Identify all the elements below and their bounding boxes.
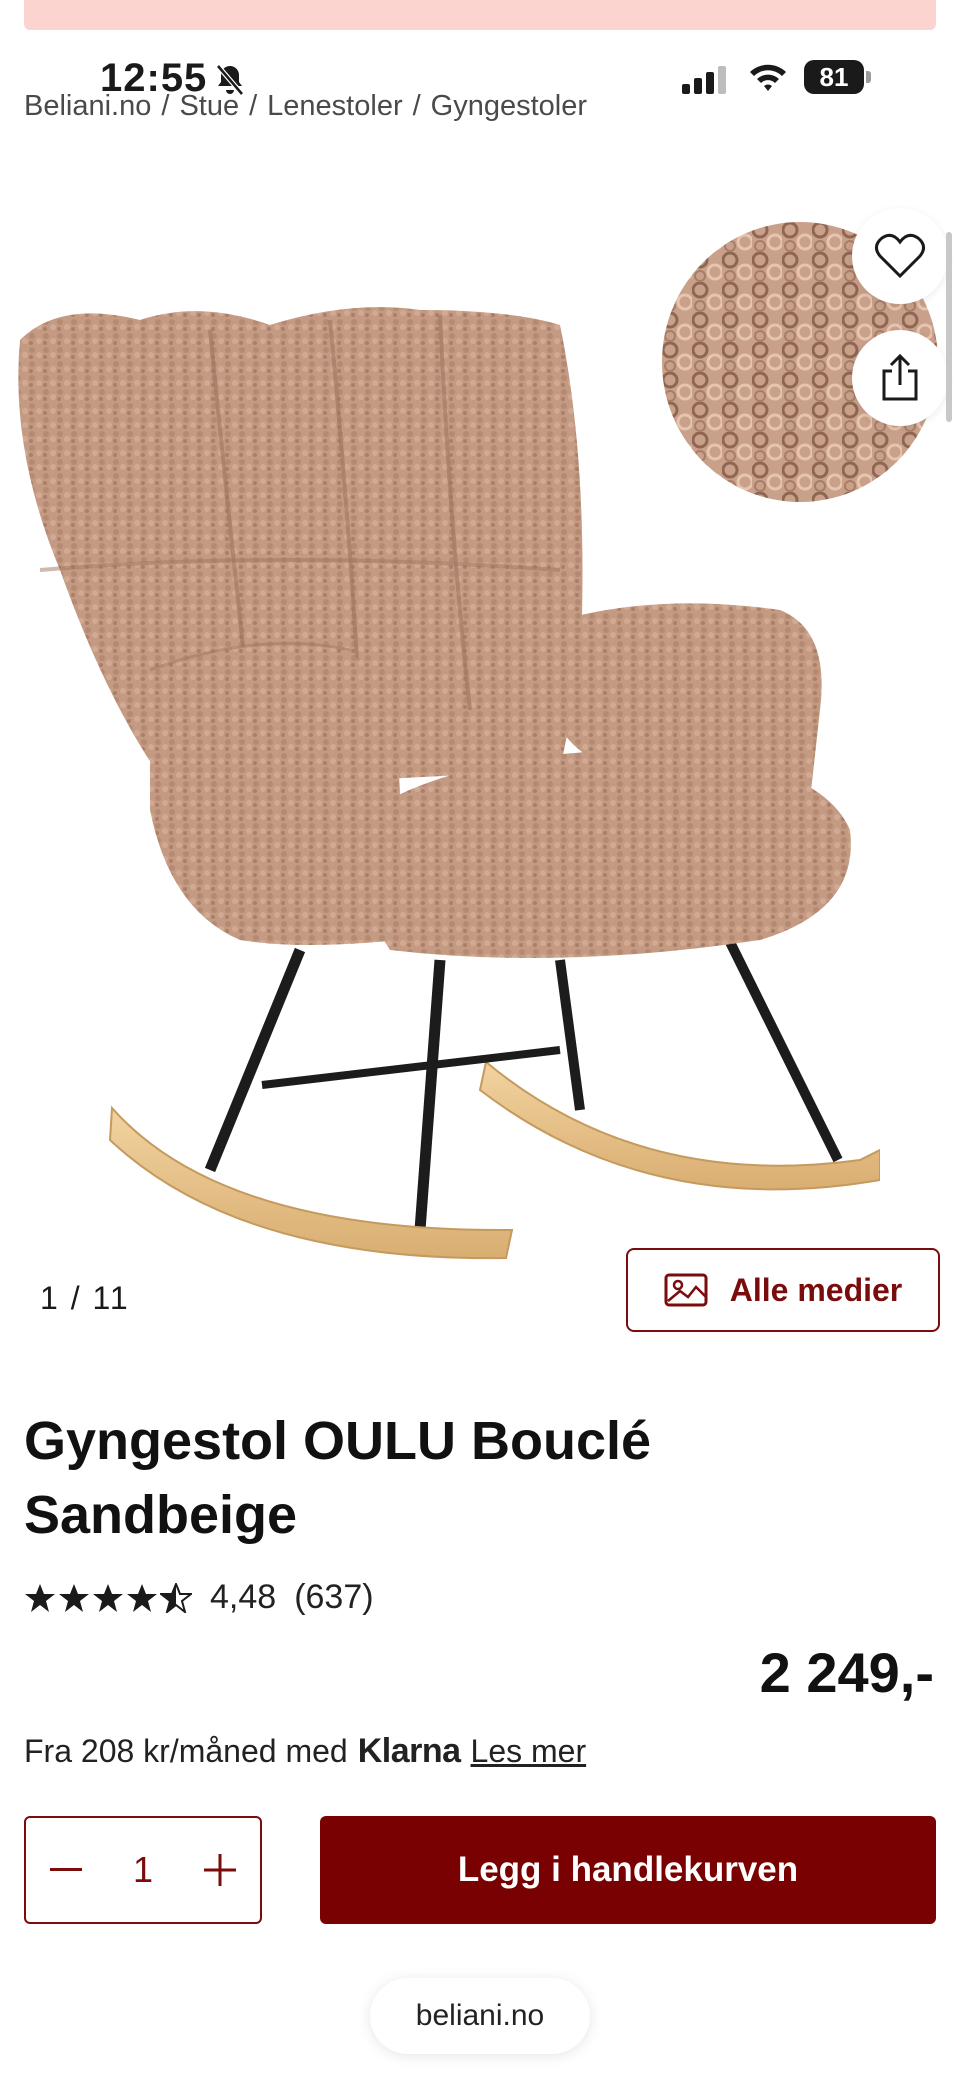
star-full-icon [127,1583,157,1612]
product-price: 2 249,- [759,1641,934,1704]
gallery-counter-current: 1 [40,1280,60,1316]
quantity-value[interactable]: 1 [133,1849,153,1891]
increase-quantity-button[interactable] [200,1850,240,1890]
klarna-logo: Klarna [357,1732,461,1770]
scrollbar[interactable] [946,232,952,422]
read-more-link[interactable]: Les mer [471,1733,587,1770]
breadcrumb-separator: / [249,90,258,122]
product-rating[interactable]: 4,48 (637) [24,1578,374,1617]
star-full-icon [25,1583,55,1612]
favorite-button[interactable] [852,208,948,304]
promo-banner[interactable] [24,0,936,30]
minus-icon [50,1868,82,1871]
rating-value: 4,48 [210,1578,277,1616]
klarna-financing: Fra 208 kr/måned med Klarna Les mer [24,1732,586,1771]
battery-level: 81 [804,60,864,94]
gallery-counter: 1 / 11 [40,1280,130,1317]
star-full-icon [59,1583,89,1612]
share-icon [882,353,918,401]
breadcrumb-home[interactable]: Beliani.no [24,90,151,123]
heart-icon [875,233,925,279]
star-half-icon [160,1582,192,1613]
product-title: Gyngestol OULU Bouclé Sandbeige [24,1404,924,1552]
wifi-icon [750,64,786,91]
rating-stars [24,1582,192,1613]
star-full-icon [93,1583,123,1612]
quantity-stepper: 1 [24,1816,262,1924]
signal-icon [682,66,726,94]
breadcrumb-lenestoler[interactable]: Lenestoler [267,90,402,123]
product-title-line1: Gyngestol OULU Bouclé [24,1411,652,1471]
decrease-quantity-button[interactable] [46,1850,86,1890]
battery-icon: 81 [804,60,874,96]
browser-url-bar[interactable]: beliani.no [370,1978,590,2054]
gallery-counter-total: 11 [92,1280,130,1316]
image-icon [664,1273,708,1307]
financing-text: Fra 208 kr/måned med [24,1733,348,1769]
rating-count[interactable]: (637) [294,1578,373,1617]
all-media-label: Alle medier [729,1271,903,1308]
breadcrumb: Beliani.no / Stue / Lenestoler / Gyngest… [24,90,587,123]
product-title-line2: Sandbeige [24,1485,298,1545]
all-media-button[interactable]: Alle medier [626,1248,940,1332]
plus-icon [204,1854,236,1886]
breadcrumb-separator: / [412,90,421,122]
share-button[interactable] [852,330,948,426]
breadcrumb-stue[interactable]: Stue [179,90,239,123]
add-to-cart-button[interactable]: Legg i handlekurven [320,1816,936,1924]
gallery-counter-separator: / [70,1280,82,1316]
breadcrumb-separator: / [161,90,170,122]
breadcrumb-gyngestoler[interactable]: Gyngestoler [431,90,587,123]
